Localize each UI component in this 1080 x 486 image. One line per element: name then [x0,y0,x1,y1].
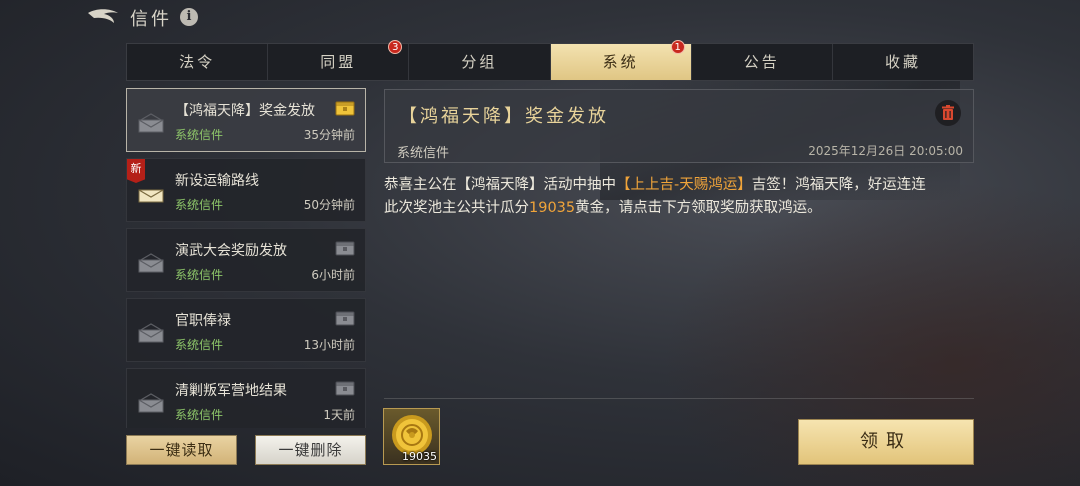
open-envelope-icon [138,323,164,343]
body-text: 黄金，请点击下方领取奖励获取鸿运。 [575,200,822,216]
mail-time: 35分钟前 [303,128,355,142]
mail-sender: 系统信件 [175,408,224,422]
top-bar: 信件 i [0,0,1080,34]
mail-item[interactable]: 清剿叛军营地结果 系统信件 1天前 [126,368,366,428]
tab-label: 公告 [743,53,780,71]
gift-box-icon [335,99,355,117]
claim-button[interactable]: 领取 [798,419,974,465]
mail-sender: 系统信件 [175,338,224,352]
reward-item[interactable]: 19035 [383,408,440,465]
mail-time: 50分钟前 [303,198,355,212]
mail-time: 1天前 [323,408,355,422]
delete-mail-button[interactable] [935,100,961,126]
page-title: 信件 [130,9,172,30]
delete-all-button[interactable]: 一键删除 [255,435,366,465]
mail-detail-title: 【鸿福天降】奖金发放 [399,106,609,127]
mail-title: 【鸿福天降】奖金发放 [175,103,315,119]
mail-title: 清剿叛军营地结果 [175,383,287,399]
tab-label: 分组 [461,53,498,71]
body-text: 恭喜主公在【鸿福天降】活动中抽中 [384,177,616,193]
mail-item[interactable]: 官职俸禄系统信件 13小时前 [126,298,366,362]
info-icon[interactable]: i [180,8,198,26]
new-tag: 新 [127,159,145,183]
mail-time: 13小时前 [303,338,355,352]
reward-count: 19035 [402,450,437,463]
mail-title: 演武大会奖励发放 [175,243,287,259]
category-tabs: 法令 同盟 3 分组 系统 1 公告 收藏 [126,40,974,81]
tab-label: 收藏 [884,53,921,71]
gift-box-icon [335,379,355,397]
mail-list: 【鸿福天降】奖金发放 系统信件 35分钟前 新设运输路线 系统信件 50分钟前 新 演武大… [126,88,366,428]
mail-detail-sender: 系统信件 [397,146,450,161]
mail-item[interactable]: 新设运输路线 系统信件 50分钟前 新 [126,158,366,222]
body-text: 此次奖池主公共计瓜分 [384,200,529,216]
tab-4[interactable]: 公告 [692,44,833,80]
mail-detail-body: 恭喜主公在【鸿福天降】活动中抽中【上上吉-天赐鸿运】吉签！鸿福天降，好运连连此次… [384,174,974,220]
highlight-text: 19035 [529,200,576,216]
trash-icon [942,105,954,120]
mail-detail-header: 【鸿福天降】奖金发放 系统信件 2025年12月26日 20:05:00 [384,89,974,163]
gift-box-icon [335,309,355,327]
envelope-icon [138,183,164,203]
mail-sender: 系统信件 [175,268,224,282]
open-envelope-icon [138,113,164,133]
gift-box-icon [335,239,355,257]
mail-title: 官职俸禄 [175,313,231,329]
tab-2[interactable]: 分组 [409,44,551,80]
tab-label: 系统 [602,53,639,71]
highlight-text: 【上上吉-天赐鸿运】 [616,177,752,193]
tab-0[interactable]: 法令 [127,44,269,80]
body-text: 吉签！鸿福天降，好运连连 [751,177,926,193]
back-arrow-icon[interactable] [84,6,124,28]
tab-1[interactable]: 同盟 3 [268,40,410,80]
notification-badge: 3 [388,40,403,54]
mail-sender: 系统信件 [175,128,224,142]
tab-label: 法令 [179,53,216,71]
mail-title: 新设运输路线 [175,173,259,189]
notification-badge: 1 [670,40,685,54]
mail-time: 6小时前 [311,268,355,282]
mail-sender: 系统信件 [175,198,224,212]
mail-item[interactable]: 演武大会奖励发放 系统信件 6小时前 [126,228,366,292]
tab-5[interactable]: 收藏 [833,44,973,80]
read-all-button[interactable]: 一键读取 [126,435,237,465]
mail-item[interactable]: 【鸿福天降】奖金发放 系统信件 35分钟前 [126,88,366,152]
tab-3[interactable]: 系统 1 [550,40,692,80]
mail-detail-date: 2025年12月26日 20:05:00 [808,144,963,158]
divider [384,398,974,399]
open-envelope-icon [138,253,164,273]
tab-label: 同盟 [320,53,357,71]
open-envelope-icon [138,393,164,413]
